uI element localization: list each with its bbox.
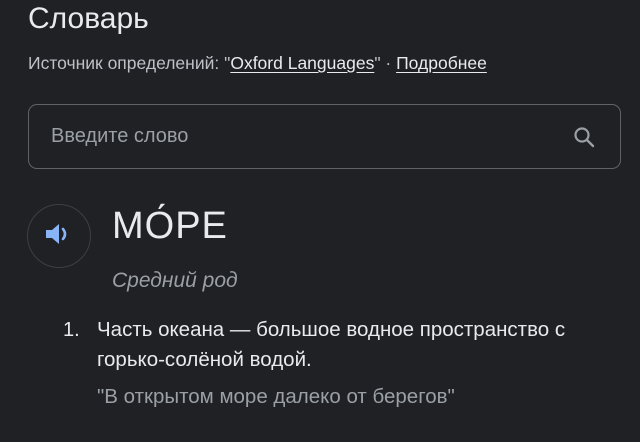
source-prefix: Источник определений: " <box>28 53 231 73</box>
dictionary-card: Словарь Источник определений: "Oxford La… <box>0 0 640 442</box>
speaker-icon <box>44 220 74 253</box>
headword: МО́РЕ <box>112 205 228 247</box>
search-icon[interactable] <box>572 125 596 149</box>
source-link[interactable]: Oxford Languages <box>230 53 374 73</box>
more-link[interactable]: Подробнее <box>396 53 487 73</box>
sense-definition: Часть океана — большое водное пространст… <box>97 318 566 371</box>
page-title: Словарь <box>28 2 149 35</box>
search-box <box>28 104 621 169</box>
source-suffix: " · <box>374 53 397 73</box>
pronunciation-button[interactable] <box>27 204 91 268</box>
source-line: Источник определений: "Oxford Languages"… <box>28 51 487 75</box>
search-input[interactable] <box>51 105 561 168</box>
sense-example: "В открытом море далеко от берегов" <box>97 385 455 408</box>
sense-number: 1. <box>63 319 80 341</box>
part-of-speech: Средний род <box>112 269 238 292</box>
